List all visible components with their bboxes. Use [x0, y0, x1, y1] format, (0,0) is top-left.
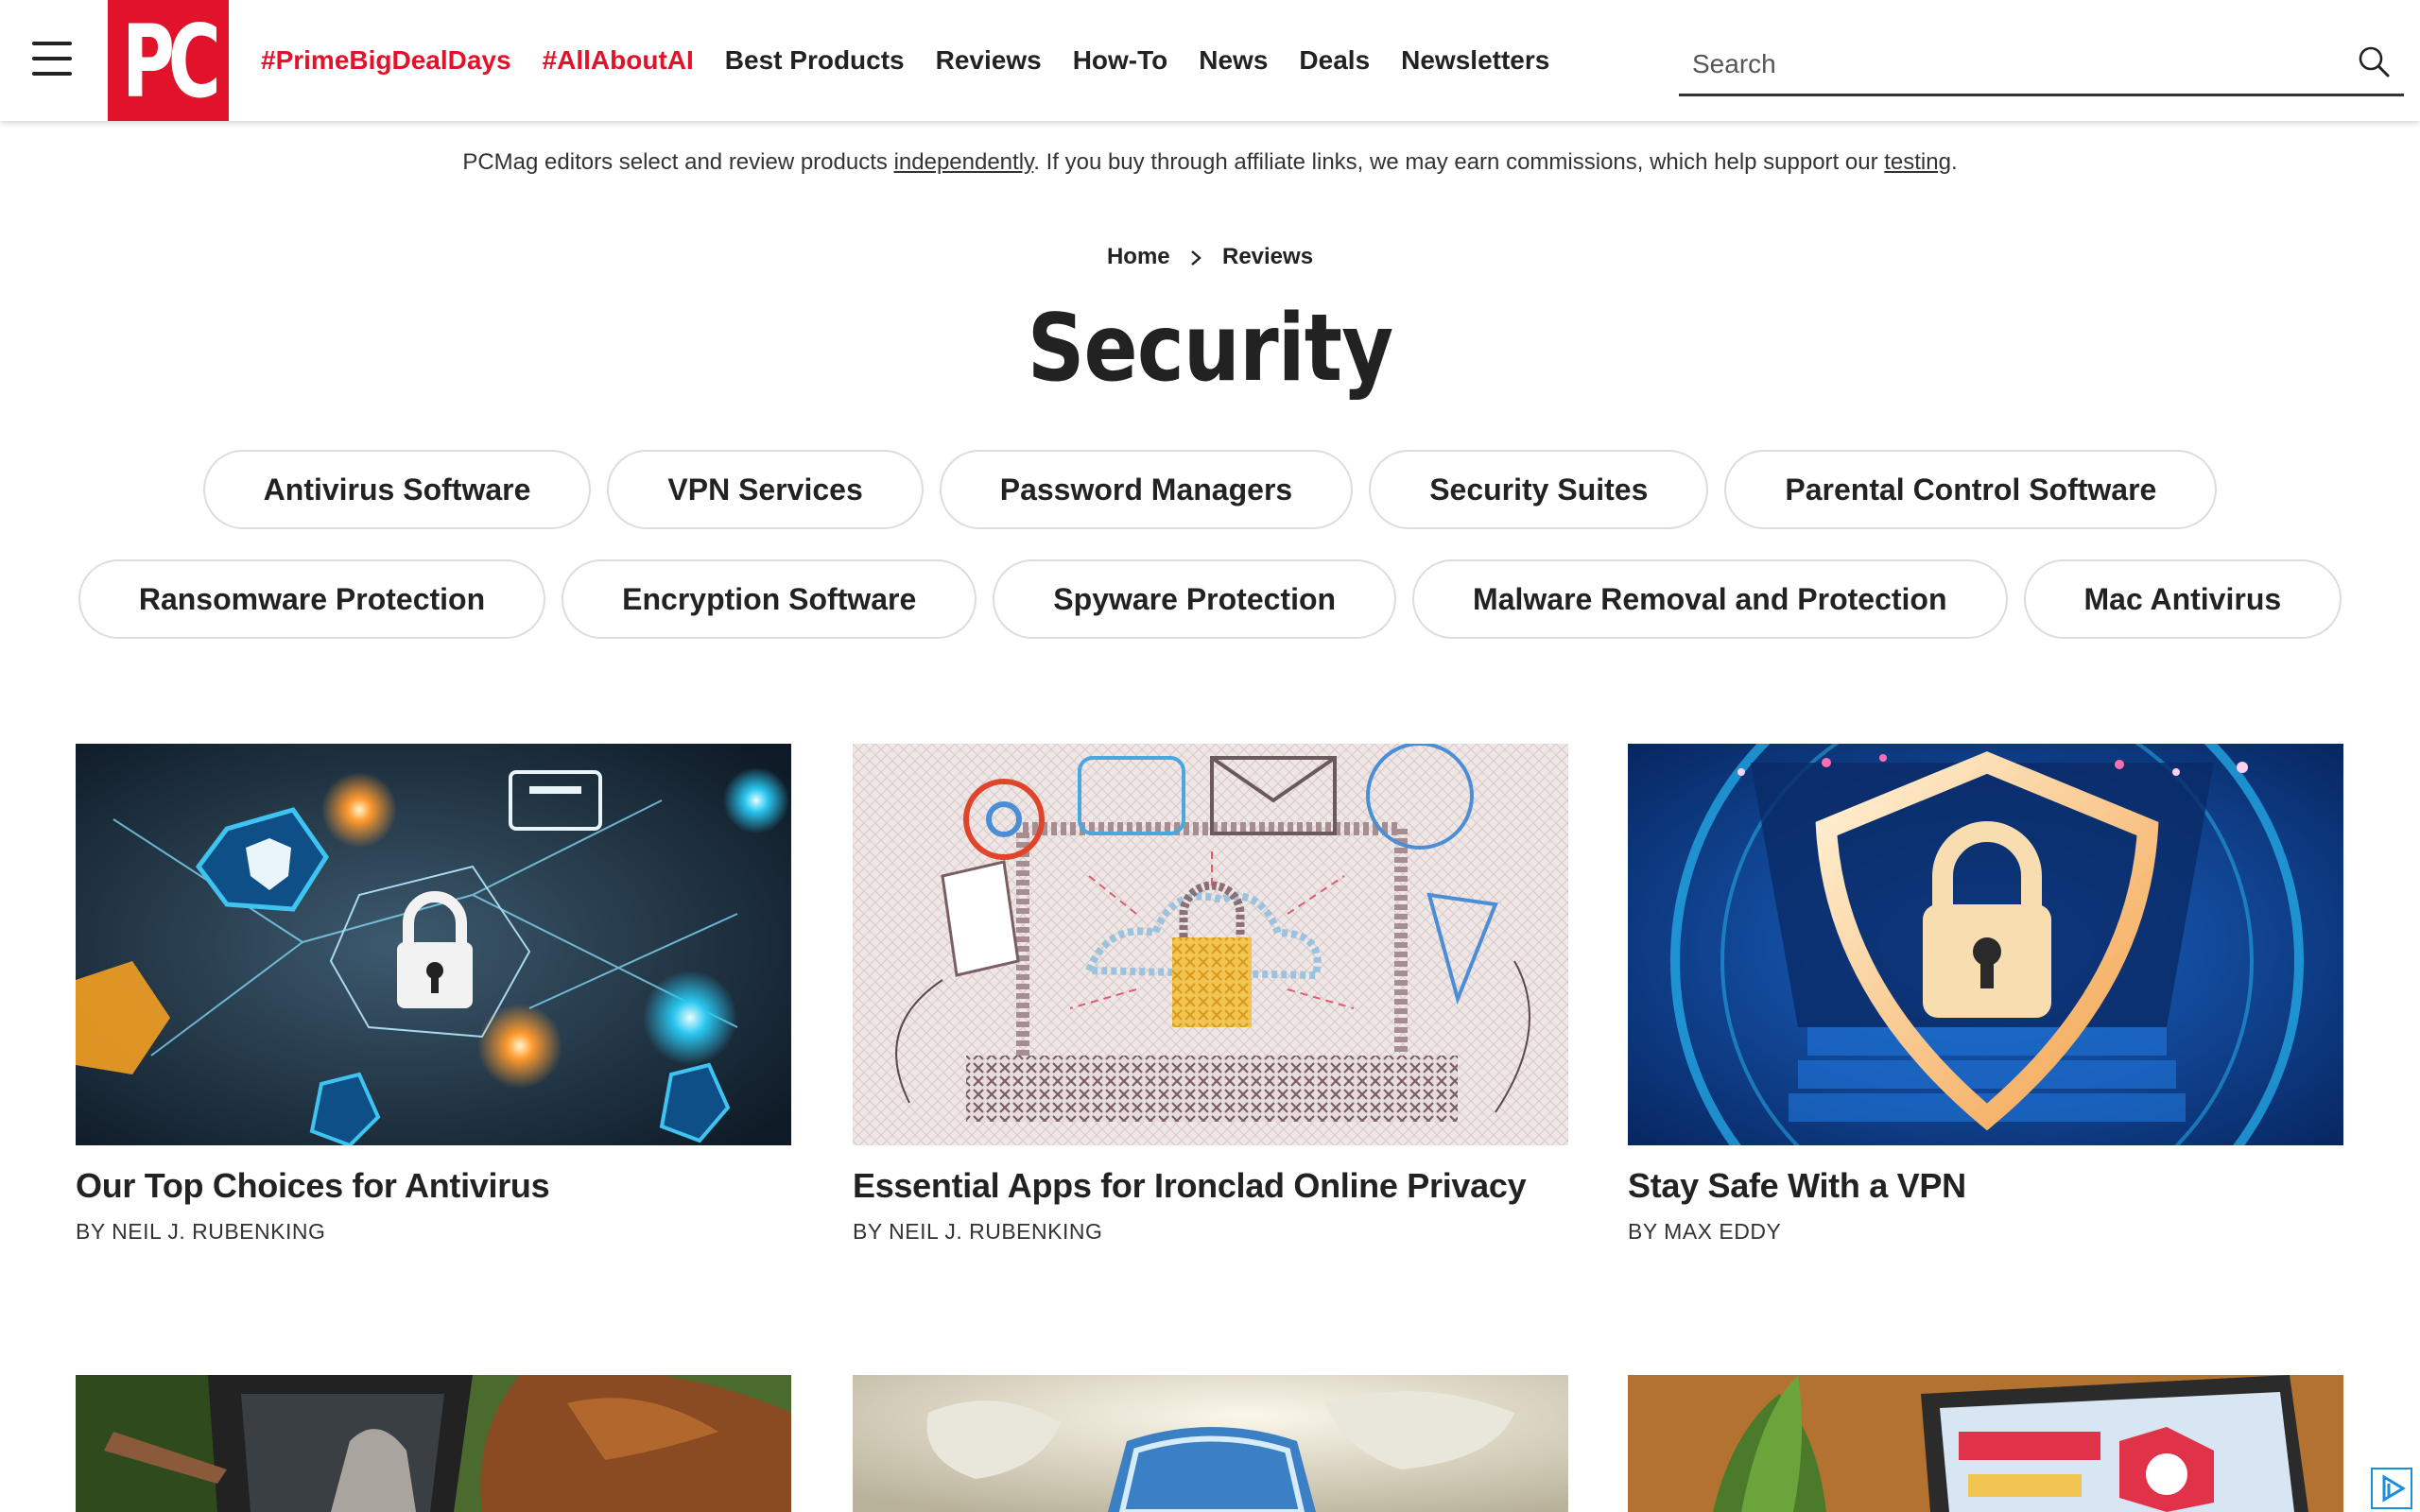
article-image-privacy-apps[interactable] — [853, 744, 1568, 1145]
category-mac-antivirus[interactable]: Mac Antivirus — [2023, 559, 2342, 639]
category-parental-control-software[interactable]: Parental Control Software — [1724, 450, 2218, 529]
category-antivirus-software[interactable]: Antivirus Software — [202, 450, 592, 529]
menu-icon[interactable] — [32, 42, 72, 76]
main-nav: #PrimeBigDealDays #AllAboutAI Best Produ… — [261, 0, 1581, 121]
article-byline: BY MAX EDDY — [1628, 1219, 1782, 1244]
category-row-1: Antivirus Software VPN Services Password… — [0, 450, 2420, 529]
article-card-antivirus[interactable]: Our Top Choices for Antivirus BY NEIL J.… — [76, 744, 791, 1245]
breadcrumb-home[interactable]: Home — [1107, 244, 1170, 269]
logo-text: PC — [122, 4, 221, 120]
article-title[interactable]: Essential Apps for Ironclad Online Priva… — [853, 1166, 1568, 1206]
article-image-vpn[interactable] — [1628, 744, 2343, 1145]
article-byline: BY NEIL J. RUBENKING — [76, 1219, 326, 1244]
disclaimer-text-3: . — [1950, 149, 1958, 175]
article-image[interactable] — [76, 1375, 791, 1512]
article-card-vpn[interactable]: Stay Safe With a VPN BY MAX EDDY — [1628, 744, 2343, 1245]
category-security-suites[interactable]: Security Suites — [1369, 450, 1709, 529]
nav-newsletters[interactable]: Newsletters — [1401, 45, 1549, 76]
chevron-right-icon — [1191, 249, 1202, 266]
article-image[interactable] — [1628, 1375, 2343, 1512]
disclaimer-text-1: PCMag editors select and review products — [462, 149, 894, 175]
article-title[interactable]: Stay Safe With a VPN — [1628, 1166, 2343, 1206]
nav-deals[interactable]: Deals — [1299, 45, 1370, 76]
nav-news[interactable]: News — [1199, 45, 1268, 76]
category-vpn-services[interactable]: VPN Services — [607, 450, 924, 529]
testing-link[interactable]: testing — [1884, 149, 1951, 175]
category-row-2: Ransomware Protection Encryption Softwar… — [0, 559, 2420, 639]
article-card[interactable] — [76, 1375, 791, 1512]
article-card[interactable] — [1628, 1375, 2343, 1512]
category-password-managers[interactable]: Password Managers — [939, 450, 1354, 529]
nav-prime-big-deal-days[interactable]: #PrimeBigDealDays — [261, 45, 511, 76]
category-malware-removal-and-protection[interactable]: Malware Removal and Protection — [1412, 559, 2008, 639]
site-header: PC #PrimeBigDealDays #AllAboutAI Best Pr… — [0, 0, 2420, 121]
article-card-privacy-apps[interactable]: Essential Apps for Ironclad Online Priva… — [853, 744, 1568, 1245]
article-title[interactable]: Our Top Choices for Antivirus — [76, 1166, 791, 1206]
category-ransomware-protection[interactable]: Ransomware Protection — [78, 559, 546, 639]
breadcrumb: Home Reviews — [0, 244, 2420, 270]
breadcrumb-reviews[interactable]: Reviews — [1222, 244, 1313, 269]
article-byline: BY NEIL J. RUBENKING — [853, 1219, 1103, 1244]
article-card[interactable] — [853, 1375, 1568, 1512]
independently-link[interactable]: independently — [894, 149, 1034, 175]
nav-how-to[interactable]: How-To — [1073, 45, 1168, 76]
page-title: Security — [1027, 295, 1393, 403]
search-input[interactable] — [1692, 40, 2335, 89]
category-spyware-protection[interactable]: Spyware Protection — [993, 559, 1397, 639]
nav-reviews[interactable]: Reviews — [936, 45, 1042, 76]
nav-best-products[interactable]: Best Products — [725, 45, 905, 76]
category-encryption-software[interactable]: Encryption Software — [562, 559, 977, 639]
article-image-antivirus[interactable] — [76, 744, 791, 1145]
article-image[interactable] — [853, 1375, 1568, 1512]
search-icon[interactable] — [2355, 43, 2393, 81]
nav-all-about-ai[interactable]: #AllAboutAI — [543, 45, 694, 76]
pc-logo[interactable]: PC — [108, 0, 229, 121]
ad-choices-icon[interactable] — [2371, 1468, 2412, 1509]
affiliate-disclaimer: PCMag editors select and review products… — [0, 149, 2420, 176]
search-box — [1679, 34, 2404, 96]
disclaimer-text-2: . If you buy through affiliate links, we… — [1033, 149, 1885, 175]
